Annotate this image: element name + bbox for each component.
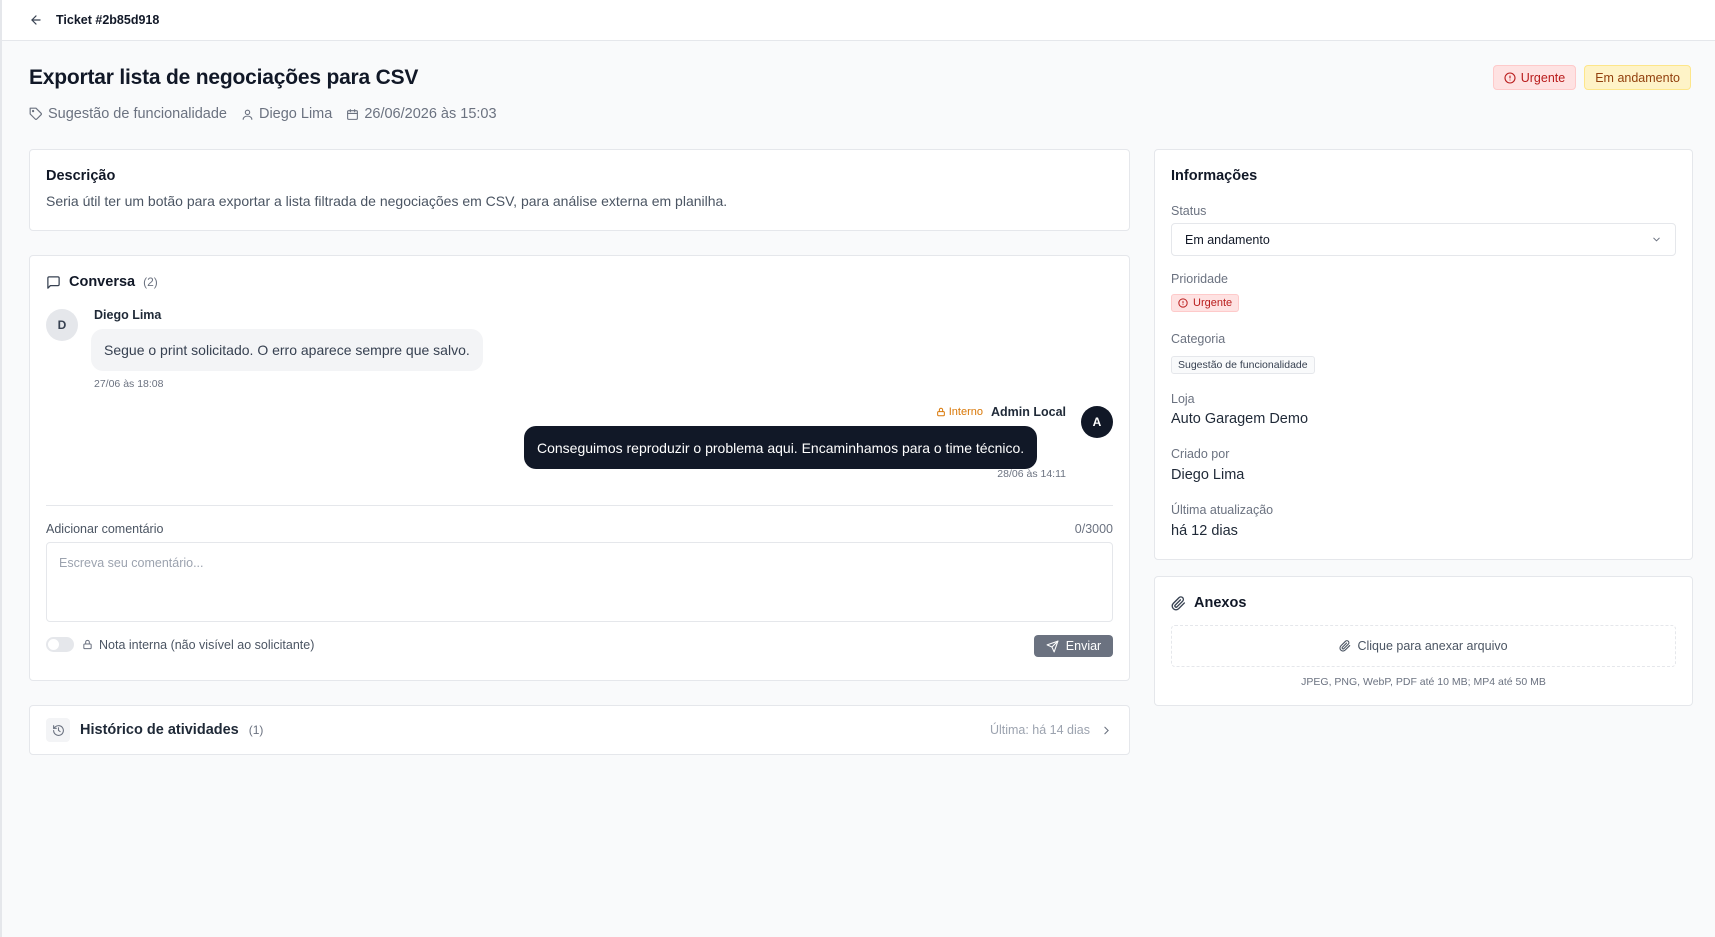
history-title: Histórico de atividades (80, 722, 239, 738)
priority-mini-badge: Urgente (1171, 294, 1240, 312)
status-select-value: Em andamento (1185, 232, 1270, 247)
category-badge: Sugestão de funcionalidade (1171, 356, 1315, 374)
internal-tag-label: Interno (948, 406, 983, 418)
calendar-icon (347, 108, 359, 120)
message-author: Diego Lima (94, 308, 162, 322)
status-label: Status (1171, 204, 1207, 218)
send-button[interactable]: Enviar (1034, 635, 1113, 657)
internal-note-label: Nota interna (não visível ao solicitante… (99, 637, 315, 652)
lock-icon (936, 407, 945, 417)
internal-note-row: Nota interna (não visível ao solicitante… (46, 637, 314, 652)
description-title: Descrição (46, 168, 116, 184)
status-select[interactable]: Em andamento (1171, 223, 1676, 256)
conversation-card: Conversa (2) D Diego Lima Segue o print … (29, 255, 1130, 681)
page-title: Exportar lista de negociações para CSV (29, 66, 419, 89)
attachments-title: Anexos (1194, 595, 1247, 611)
meta-created: 26/06/2026 às 15:03 (346, 106, 497, 122)
priority-badge: Urgente (1492, 65, 1577, 90)
last-updated-value: há 12 dias (1171, 523, 1238, 539)
message-time: 27/06 às 18:08 (94, 378, 164, 390)
info-card: Informações Status Em andamento Priorida… (1154, 149, 1693, 560)
avatar-user: D (46, 309, 78, 341)
chevron-right-icon (1104, 726, 1109, 734)
avatar-admin: A (1081, 406, 1113, 438)
history-last-label: Última: há 14 dias (989, 723, 1090, 737)
attach-file-dropzone[interactable]: Clique para anexar arquivo (1171, 625, 1676, 667)
meta-author: Diego Lima (241, 106, 332, 122)
char-counter: 0/3000 (1074, 522, 1113, 536)
message-square-icon (47, 275, 60, 289)
user-icon (242, 109, 253, 120)
ticket-badges: Urgente Em andamento (1492, 65, 1691, 90)
send-button-label: Enviar (1065, 639, 1102, 653)
attachments-header: Anexos (1171, 595, 1246, 611)
message-author: Admin Local (990, 405, 1066, 419)
chevron-down-icon (1653, 237, 1660, 242)
ticket-meta: Sugestão de funcionalidade Diego Lima 26… (29, 106, 511, 122)
top-bar: Ticket #2b85d918 (2, 0, 1715, 41)
ticket-id: Ticket #2b85d918 (56, 13, 160, 27)
app-frame: Ticket #2b85d918 Exportar lista de negoc… (0, 0, 1715, 937)
meta-author-label: Diego Lima (258, 106, 333, 122)
conversation-count: (2) (143, 275, 158, 289)
back-arrow-icon[interactable] (28, 12, 44, 28)
priority-label: Prioridade (1171, 272, 1228, 286)
conversation-header: Conversa (2) (46, 274, 158, 290)
add-comment-label: Adicionar comentário (46, 522, 164, 536)
activity-history-card[interactable]: Histórico de atividades (1) Última: há 1… (29, 705, 1130, 755)
priority-mini-badge-label: Urgente (1193, 297, 1233, 309)
attachments-card: Anexos Clique para anexar arquivo JPEG, … (1154, 576, 1693, 706)
priority-badge-label: Urgente (1520, 70, 1566, 85)
store-value: Auto Garagem Demo (1171, 411, 1309, 427)
lock-icon (83, 639, 92, 650)
internal-tag: Interno (936, 406, 983, 418)
last-updated-label: Última atualização (1171, 503, 1274, 517)
description-text: Seria útil ter um botão para exportar a … (46, 193, 728, 209)
message-bubble: Segue o print solicitado. O erro aparece… (91, 329, 483, 371)
meta-category: Sugestão de funcionalidade (29, 106, 227, 122)
created-by-label: Criado por (1171, 447, 1230, 461)
alert-circle-icon (1178, 298, 1188, 308)
history-icon (46, 718, 70, 742)
meta-created-label: 26/06/2026 às 15:03 (364, 106, 497, 122)
message-bubble-internal: Conseguimos reproduzir o problema aqui. … (524, 426, 1038, 469)
meta-category-label: Sugestão de funcionalidade (48, 106, 227, 122)
message-header-admin: Interno Admin Local (936, 405, 1066, 419)
send-icon (1046, 640, 1059, 652)
store-label: Loja (1171, 392, 1195, 406)
conversation-title: Conversa (69, 274, 136, 290)
attachments-hint: JPEG, PNG, WebP, PDF até 10 MB; MP4 até … (1301, 676, 1546, 688)
history-count: (1) (248, 723, 264, 737)
description-card: Descrição Seria útil ter um botão para e… (29, 149, 1130, 231)
internal-note-toggle[interactable] (46, 637, 74, 652)
paperclip-icon (1339, 640, 1351, 652)
message-time: 28/06 às 14:11 (997, 468, 1066, 480)
alert-circle-icon (1504, 71, 1516, 84)
comment-input[interactable] (46, 542, 1113, 622)
history-last: Última: há 14 dias (990, 723, 1113, 737)
paperclip-icon (1171, 595, 1186, 610)
info-title: Informações (1171, 168, 1258, 184)
category-label: Categoria (1171, 332, 1226, 346)
status-badge: Em andamento (1584, 65, 1691, 90)
created-by-value: Diego Lima (1171, 467, 1245, 483)
conversation-divider (46, 505, 1113, 506)
tag-icon (29, 107, 42, 120)
attach-file-label: Clique para anexar arquivo (1357, 639, 1508, 653)
